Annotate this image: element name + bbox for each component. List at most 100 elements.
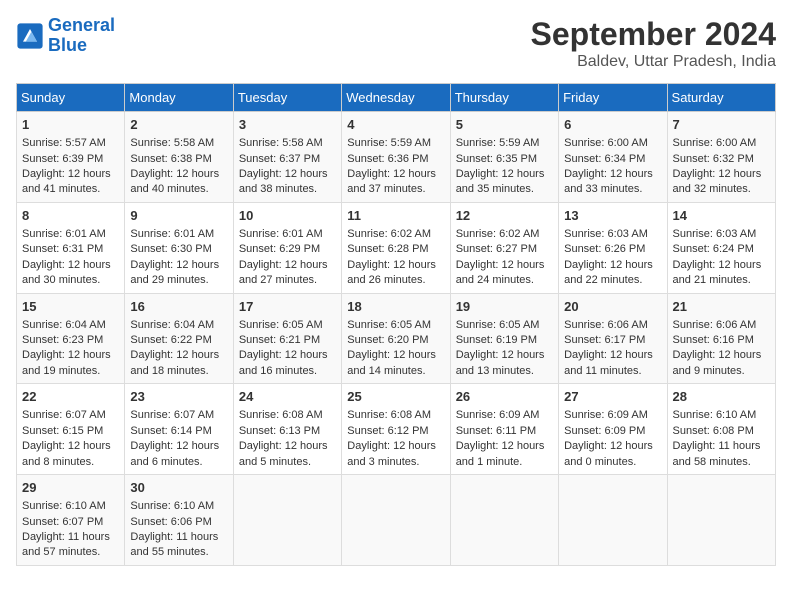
sunrise-label: Sunrise: 6:10 AM <box>673 409 757 421</box>
calendar-cell: 30 Sunrise: 6:10 AM Sunset: 6:06 PM Dayl… <box>125 475 233 566</box>
day-number: 14 <box>673 207 770 225</box>
calendar-cell <box>233 475 341 566</box>
calendar-cell: 13 Sunrise: 6:03 AM Sunset: 6:26 PM Dayl… <box>559 202 667 293</box>
sunset-label: Sunset: 6:31 PM <box>22 243 103 255</box>
daylight-label: Daylight: 12 hours and 11 minutes. <box>564 349 653 376</box>
daylight-label: Daylight: 12 hours and 40 minutes. <box>130 168 219 195</box>
sunrise-label: Sunrise: 6:01 AM <box>22 228 106 240</box>
day-number: 12 <box>456 207 553 225</box>
calendar-cell: 5 Sunrise: 5:59 AM Sunset: 6:35 PM Dayli… <box>450 112 558 203</box>
sunrise-label: Sunrise: 5:59 AM <box>347 137 431 149</box>
sunset-label: Sunset: 6:38 PM <box>130 153 211 165</box>
calendar-week-row: 29 Sunrise: 6:10 AM Sunset: 6:07 PM Dayl… <box>17 475 776 566</box>
sunset-label: Sunset: 6:15 PM <box>22 425 103 437</box>
calendar-cell <box>342 475 450 566</box>
sunset-label: Sunset: 6:34 PM <box>564 153 645 165</box>
daylight-label: Daylight: 11 hours and 58 minutes. <box>673 440 761 467</box>
sunrise-label: Sunrise: 6:09 AM <box>564 409 648 421</box>
sunrise-label: Sunrise: 5:59 AM <box>456 137 540 149</box>
sunset-label: Sunset: 6:32 PM <box>673 153 754 165</box>
calendar-cell: 14 Sunrise: 6:03 AM Sunset: 6:24 PM Dayl… <box>667 202 775 293</box>
sunset-label: Sunset: 6:06 PM <box>130 516 211 528</box>
sunset-label: Sunset: 6:08 PM <box>673 425 754 437</box>
header-thursday: Thursday <box>450 84 558 112</box>
daylight-label: Daylight: 12 hours and 32 minutes. <box>673 168 762 195</box>
sunset-label: Sunset: 6:21 PM <box>239 334 320 346</box>
daylight-label: Daylight: 12 hours and 19 minutes. <box>22 349 111 376</box>
day-number: 25 <box>347 388 444 406</box>
calendar-cell: 9 Sunrise: 6:01 AM Sunset: 6:30 PM Dayli… <box>125 202 233 293</box>
calendar-cell <box>450 475 558 566</box>
daylight-label: Daylight: 12 hours and 1 minute. <box>456 440 545 467</box>
sunset-label: Sunset: 6:26 PM <box>564 243 645 255</box>
header-saturday: Saturday <box>667 84 775 112</box>
logo-line1: General <box>48 15 115 35</box>
day-number: 5 <box>456 116 553 134</box>
logo-text: General Blue <box>48 16 115 56</box>
daylight-label: Daylight: 12 hours and 24 minutes. <box>456 259 545 286</box>
sunset-label: Sunset: 6:13 PM <box>239 425 320 437</box>
day-number: 18 <box>347 298 444 316</box>
calendar-cell: 29 Sunrise: 6:10 AM Sunset: 6:07 PM Dayl… <box>17 475 125 566</box>
calendar-cell: 2 Sunrise: 5:58 AM Sunset: 6:38 PM Dayli… <box>125 112 233 203</box>
calendar-cell: 27 Sunrise: 6:09 AM Sunset: 6:09 PM Dayl… <box>559 384 667 475</box>
sunset-label: Sunset: 6:12 PM <box>347 425 428 437</box>
daylight-label: Daylight: 12 hours and 8 minutes. <box>22 440 111 467</box>
sunset-label: Sunset: 6:27 PM <box>456 243 537 255</box>
calendar-week-row: 8 Sunrise: 6:01 AM Sunset: 6:31 PM Dayli… <box>17 202 776 293</box>
sunset-label: Sunset: 6:37 PM <box>239 153 320 165</box>
day-number: 17 <box>239 298 336 316</box>
calendar-cell: 19 Sunrise: 6:05 AM Sunset: 6:19 PM Dayl… <box>450 293 558 384</box>
calendar-cell: 15 Sunrise: 6:04 AM Sunset: 6:23 PM Dayl… <box>17 293 125 384</box>
calendar-cell: 17 Sunrise: 6:05 AM Sunset: 6:21 PM Dayl… <box>233 293 341 384</box>
day-number: 16 <box>130 298 227 316</box>
sunset-label: Sunset: 6:30 PM <box>130 243 211 255</box>
sunset-label: Sunset: 6:09 PM <box>564 425 645 437</box>
logo-icon <box>16 22 44 50</box>
calendar-cell: 25 Sunrise: 6:08 AM Sunset: 6:12 PM Dayl… <box>342 384 450 475</box>
calendar-cell: 8 Sunrise: 6:01 AM Sunset: 6:31 PM Dayli… <box>17 202 125 293</box>
sunrise-label: Sunrise: 6:10 AM <box>130 500 214 512</box>
sunset-label: Sunset: 6:20 PM <box>347 334 428 346</box>
calendar-week-row: 22 Sunrise: 6:07 AM Sunset: 6:15 PM Dayl… <box>17 384 776 475</box>
sunrise-label: Sunrise: 6:07 AM <box>22 409 106 421</box>
sunrise-label: Sunrise: 6:04 AM <box>130 319 214 331</box>
calendar-cell: 20 Sunrise: 6:06 AM Sunset: 6:17 PM Dayl… <box>559 293 667 384</box>
daylight-label: Daylight: 12 hours and 35 minutes. <box>456 168 545 195</box>
calendar-week-row: 15 Sunrise: 6:04 AM Sunset: 6:23 PM Dayl… <box>17 293 776 384</box>
location-subtitle: Baldev, Uttar Pradesh, India <box>531 53 776 71</box>
calendar-cell: 6 Sunrise: 6:00 AM Sunset: 6:34 PM Dayli… <box>559 112 667 203</box>
daylight-label: Daylight: 12 hours and 9 minutes. <box>673 349 762 376</box>
header-friday: Friday <box>559 84 667 112</box>
daylight-label: Daylight: 12 hours and 22 minutes. <box>564 259 653 286</box>
day-number: 28 <box>673 388 770 406</box>
day-number: 19 <box>456 298 553 316</box>
day-number: 24 <box>239 388 336 406</box>
calendar-cell: 10 Sunrise: 6:01 AM Sunset: 6:29 PM Dayl… <box>233 202 341 293</box>
calendar-cell: 1 Sunrise: 5:57 AM Sunset: 6:39 PM Dayli… <box>17 112 125 203</box>
sunset-label: Sunset: 6:24 PM <box>673 243 754 255</box>
daylight-label: Daylight: 12 hours and 3 minutes. <box>347 440 436 467</box>
calendar-week-row: 1 Sunrise: 5:57 AM Sunset: 6:39 PM Dayli… <box>17 112 776 203</box>
daylight-label: Daylight: 12 hours and 29 minutes. <box>130 259 219 286</box>
sunrise-label: Sunrise: 6:05 AM <box>456 319 540 331</box>
day-number: 1 <box>22 116 119 134</box>
day-number: 22 <box>22 388 119 406</box>
daylight-label: Daylight: 11 hours and 57 minutes. <box>22 531 110 558</box>
daylight-label: Daylight: 12 hours and 0 minutes. <box>564 440 653 467</box>
daylight-label: Daylight: 12 hours and 5 minutes. <box>239 440 328 467</box>
day-number: 30 <box>130 479 227 497</box>
day-number: 29 <box>22 479 119 497</box>
sunset-label: Sunset: 6:16 PM <box>673 334 754 346</box>
calendar-cell: 3 Sunrise: 5:58 AM Sunset: 6:37 PM Dayli… <box>233 112 341 203</box>
sunrise-label: Sunrise: 6:02 AM <box>456 228 540 240</box>
calendar-cell: 22 Sunrise: 6:07 AM Sunset: 6:15 PM Dayl… <box>17 384 125 475</box>
header-wednesday: Wednesday <box>342 84 450 112</box>
logo: General Blue <box>16 16 115 56</box>
calendar-cell: 7 Sunrise: 6:00 AM Sunset: 6:32 PM Dayli… <box>667 112 775 203</box>
day-number: 21 <box>673 298 770 316</box>
calendar-cell: 23 Sunrise: 6:07 AM Sunset: 6:14 PM Dayl… <box>125 384 233 475</box>
header-sunday: Sunday <box>17 84 125 112</box>
title-block: September 2024 Baldev, Uttar Pradesh, In… <box>531 16 776 71</box>
daylight-label: Daylight: 12 hours and 27 minutes. <box>239 259 328 286</box>
